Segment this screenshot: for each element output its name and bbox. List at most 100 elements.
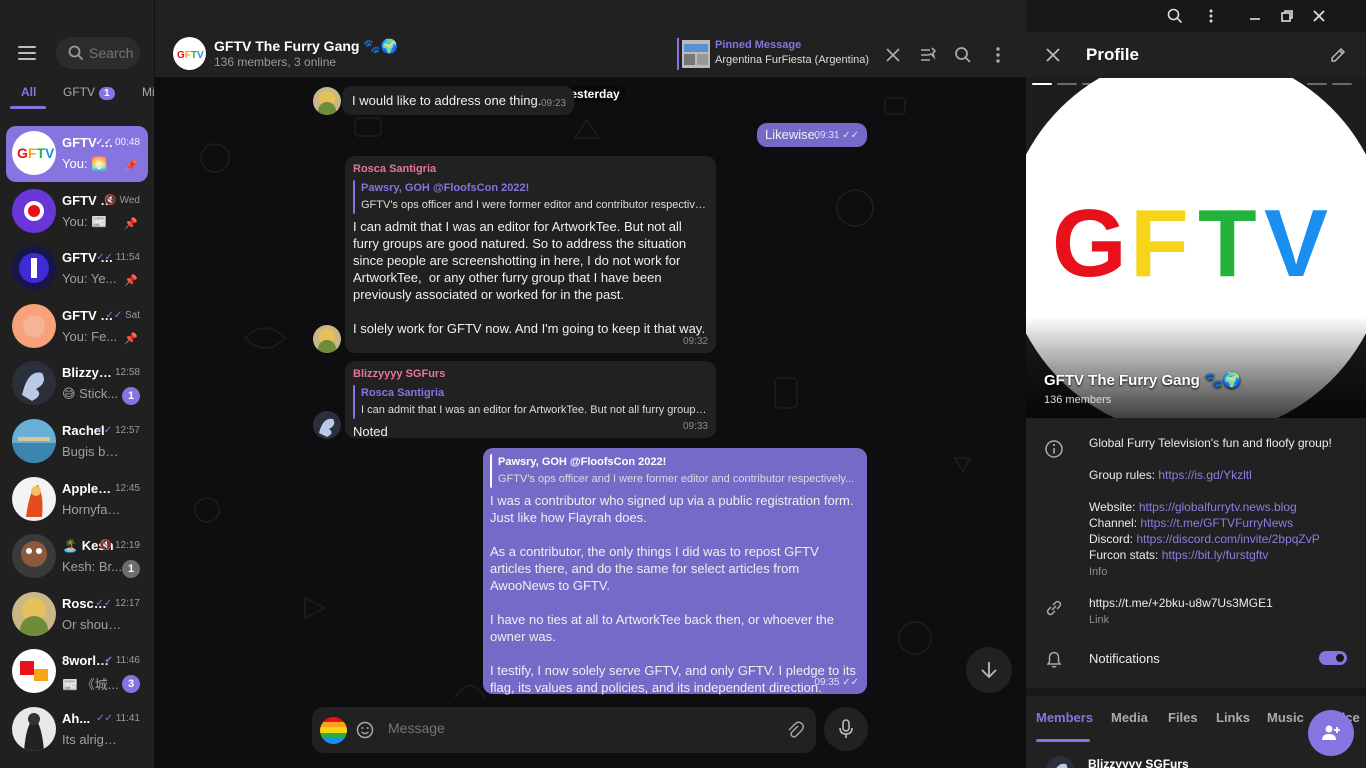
reply-author: Rosca Santigria bbox=[361, 387, 445, 399]
read-check-icon: ✓✓ bbox=[96, 252, 113, 264]
reply-text: I can admit that I was an editor for Art… bbox=[361, 404, 708, 416]
member-name[interactable]: Blizzyyyy SGFurs bbox=[1088, 757, 1189, 768]
menu-icon[interactable] bbox=[18, 46, 36, 60]
minimize-icon[interactable] bbox=[1246, 7, 1264, 25]
sticker-icon[interactable] bbox=[320, 717, 347, 744]
profile-title: Profile bbox=[1086, 45, 1139, 64]
info-label: Info bbox=[1089, 566, 1108, 578]
chat-avatar bbox=[12, 246, 56, 291]
voice-record-button[interactable] bbox=[824, 707, 868, 751]
tab-music[interactable]: Music bbox=[1267, 710, 1304, 725]
discord-link[interactable]: https://discord.com/invite/2bpqZvP bbox=[1136, 532, 1319, 546]
profile-panel: Profile G F T V GFTV The Furry Gang 🐾🌍 1… bbox=[1026, 0, 1366, 768]
read-check-icon: ✓✓ bbox=[842, 677, 859, 688]
chat-list-item[interactable]: Rosca Santigria✓✓ 12:17Or should ... bbox=[6, 587, 148, 643]
website-row: Website: https://globalfurrytv.news.blog bbox=[1089, 500, 1297, 514]
chat-time: ✓✓ 12:17 bbox=[95, 597, 140, 609]
folder-tab-all[interactable]: All bbox=[21, 85, 36, 99]
search-icon[interactable] bbox=[1166, 7, 1184, 25]
tab-members[interactable]: Members bbox=[1036, 710, 1093, 725]
chat-list-sidebar: All GFTV1 Mi GFTVGFTV The Furry Gang✓✓ 0… bbox=[0, 0, 155, 768]
sender-avatar[interactable] bbox=[313, 411, 341, 439]
pinned-message-bar[interactable]: Pinned Message Argentina FurFiesta (Arge… bbox=[677, 38, 873, 70]
message-bubble[interactable]: I would like to address one thing. 09:23 bbox=[342, 86, 574, 115]
more-icon[interactable] bbox=[1202, 7, 1220, 25]
chat-preview: Kesh: Br... bbox=[62, 559, 122, 575]
chat-list-item[interactable]: Apple Fox 12:45 Hornyfang ... bbox=[6, 472, 148, 528]
rules-link[interactable]: https://is.gd/Ykzltl bbox=[1158, 468, 1251, 482]
close-profile-icon[interactable] bbox=[1045, 47, 1061, 63]
search-messages-icon[interactable] bbox=[954, 46, 972, 64]
profile-photo[interactable]: G F T V bbox=[1026, 78, 1366, 418]
message-input[interactable] bbox=[388, 720, 768, 736]
chat-list-item[interactable]: GFTV News🔇 WedYou: 📰📌 bbox=[6, 184, 148, 240]
reply-quote[interactable]: Pawsry, GOH @FloofsCon 2022! GFTV's ops … bbox=[490, 454, 860, 488]
chat-header[interactable]: GFTV GFTV The Furry Gang 🐾🌍 136 members,… bbox=[155, 0, 1026, 78]
reply-quote[interactable]: Pawsry, GOH @FloofsCon 2022! GFTV's ops … bbox=[353, 180, 708, 214]
folder-tab-indicator bbox=[10, 106, 46, 109]
member-avatar[interactable] bbox=[1046, 756, 1074, 768]
close-icon[interactable] bbox=[1310, 7, 1328, 25]
invite-link[interactable]: https://t.me/+2bku-u8w7Us3MGE1 bbox=[1089, 596, 1273, 610]
sender-name[interactable]: Blizzyyyy SGFurs bbox=[353, 366, 708, 383]
restore-icon[interactable] bbox=[1278, 7, 1296, 25]
chat-list-item[interactable]: 🏝️ Kesh 🔇 12:19 Kesh: Br... 1 bbox=[6, 529, 148, 585]
scroll-down-button[interactable] bbox=[966, 647, 1012, 693]
chat-list-item[interactable]: GFTV Furcon✓✓ SatYou: Fe...📌 bbox=[6, 299, 148, 355]
tab-links[interactable]: Links bbox=[1216, 710, 1250, 725]
pinned-list-icon[interactable] bbox=[919, 46, 937, 64]
message-bubble[interactable]: Blizzyyyy SGFurs Rosca Santigria I can a… bbox=[345, 361, 716, 439]
message-time: 09:23 bbox=[540, 98, 566, 109]
chat-list-item[interactable]: Blizzyyyy SGFurs 12:58 😅 Stick...1 bbox=[6, 356, 148, 412]
reply-quote[interactable]: Rosca Santigria I can admit that I was a… bbox=[353, 385, 708, 419]
tab-files[interactable]: Files bbox=[1168, 710, 1198, 725]
reply-text: GFTV's ops officer and I were former edi… bbox=[361, 199, 708, 211]
website-link[interactable]: https://globalfurrytv.news.blog bbox=[1139, 500, 1297, 514]
message-bubble[interactable]: Rosca Santigria Pawsry, GOH @FloofsCon 2… bbox=[345, 156, 716, 353]
search-box[interactable] bbox=[56, 37, 140, 69]
chat-panel: GFTV GFTV The Furry Gang 🐾🌍 136 members,… bbox=[155, 0, 1026, 768]
chat-list-item[interactable]: GFTVGFTV The Furry Gang✓✓ 00:48You: 🌅📌 bbox=[6, 126, 148, 182]
search-input[interactable] bbox=[89, 45, 139, 61]
pin-icon: 📌 bbox=[124, 332, 138, 345]
verified-icon: ✔ bbox=[104, 655, 113, 667]
chat-list-item[interactable]: GFTV Channel✓✓ 11:54You: Ye...📌 bbox=[6, 241, 148, 297]
message-composer[interactable] bbox=[312, 707, 816, 753]
more-options-icon[interactable] bbox=[989, 46, 1007, 64]
read-check-icon: ✓✓ bbox=[105, 309, 123, 321]
message-time: 09:33 bbox=[682, 421, 708, 432]
read-check-icon: ✓✓ bbox=[842, 130, 859, 141]
unread-badge: 1 bbox=[122, 387, 140, 406]
edit-icon[interactable] bbox=[1330, 46, 1347, 63]
chat-list-item[interactable]: Ah...✓✓ 11:41Its alright! ... bbox=[6, 702, 148, 758]
notifications-toggle[interactable] bbox=[1319, 651, 1347, 665]
attach-icon[interactable] bbox=[786, 721, 804, 739]
sender-avatar[interactable] bbox=[313, 87, 341, 115]
close-pinned-icon[interactable] bbox=[884, 46, 902, 64]
message-bubble-outgoing[interactable]: Likewise. 09:31 ✓✓ bbox=[757, 123, 867, 147]
chat-avatar bbox=[12, 476, 56, 521]
tab-media[interactable]: Media bbox=[1111, 710, 1148, 725]
add-member-button[interactable] bbox=[1308, 710, 1354, 756]
channel-link[interactable]: https://t.me/GFTVFurryNews bbox=[1140, 516, 1293, 530]
chat-avatar bbox=[12, 361, 56, 406]
group-avatar[interactable]: GFTV bbox=[173, 37, 206, 70]
folder-tab-more[interactable]: Mi bbox=[142, 85, 154, 99]
pin-icon: 📌 bbox=[124, 275, 138, 288]
message-bubble-outgoing[interactable]: Pawsry, GOH @FloofsCon 2022! GFTV's ops … bbox=[483, 448, 867, 695]
message-text: Noted bbox=[353, 424, 388, 439]
channel-row: Channel: https://t.me/GFTVFurryNews bbox=[1089, 516, 1294, 530]
chat-list-item[interactable]: 8world News✔ 11:46📰 《城...3 bbox=[6, 644, 148, 700]
read-check-icon: ✓✓ bbox=[96, 713, 113, 724]
chat-subtitle: 136 members, 3 online bbox=[214, 55, 337, 69]
sender-name[interactable]: Rosca Santigria bbox=[353, 161, 708, 178]
profile-members-count: 136 members bbox=[1044, 394, 1112, 406]
read-check-icon: ✓✓ bbox=[95, 425, 113, 436]
chat-avatar: GFTV bbox=[12, 131, 56, 175]
chat-list-item[interactable]: Rachel✓✓ 12:57Bugis bah. ... bbox=[6, 414, 148, 470]
sender-avatar[interactable] bbox=[313, 325, 341, 353]
profile-name: GFTV The Furry Gang 🐾🌍 bbox=[1044, 372, 1242, 389]
furcon-link[interactable]: https://bit.ly/furstgftv bbox=[1162, 548, 1269, 562]
folder-tab-gftv[interactable]: GFTV 1 bbox=[63, 85, 115, 100]
emoji-icon[interactable] bbox=[356, 721, 374, 739]
